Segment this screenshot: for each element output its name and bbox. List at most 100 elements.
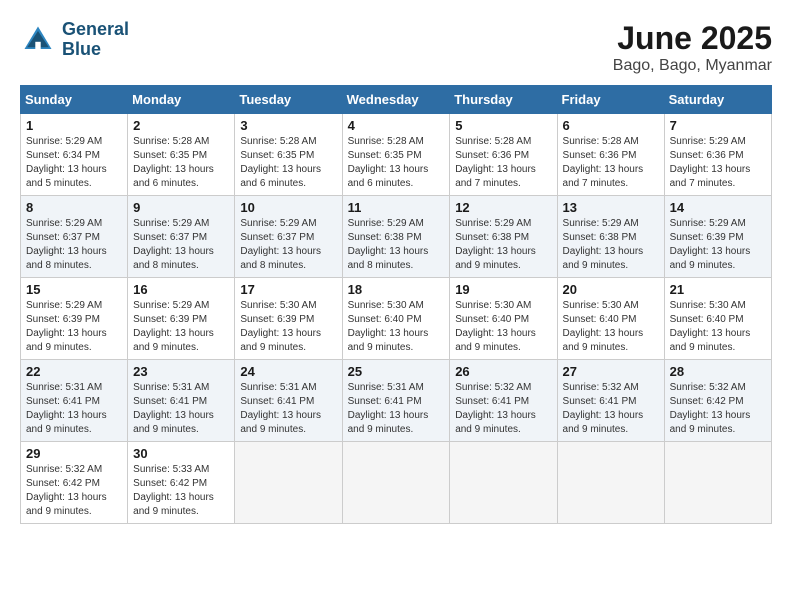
day-detail: Sunrise: 5:29 AM Sunset: 6:39 PM Dayligh… (133, 299, 229, 355)
day-number: 7 (670, 118, 766, 133)
table-row: 15 Sunrise: 5:29 AM Sunset: 6:39 PM Dayli… (21, 278, 128, 360)
day-number: 2 (133, 118, 229, 133)
col-friday: Friday (557, 86, 664, 114)
day-detail: Sunrise: 5:30 AM Sunset: 6:40 PM Dayligh… (563, 299, 659, 355)
month-title: June 2025 (613, 20, 772, 57)
table-row: 9 Sunrise: 5:29 AM Sunset: 6:37 PM Daylig… (128, 196, 235, 278)
table-row (664, 442, 771, 524)
day-number: 18 (348, 282, 445, 297)
table-row: 17Sunrise: 5:30 AM Sunset: 6:39 PM Dayli… (235, 278, 342, 360)
col-saturday: Saturday (664, 86, 771, 114)
logo: General Blue (20, 20, 129, 60)
day-number: 20 (563, 282, 659, 297)
table-row: 2 Sunrise: 5:28 AM Sunset: 6:35 PM Daylig… (128, 114, 235, 196)
table-row: 28Sunrise: 5:32 AM Sunset: 6:42 PM Dayli… (664, 360, 771, 442)
page-header: General Blue June 2025 Bago, Bago, Myanm… (20, 20, 772, 75)
day-number: 9 (133, 200, 229, 215)
day-detail: Sunrise: 5:30 AM Sunset: 6:40 PM Dayligh… (670, 299, 766, 355)
day-number: 30 (133, 446, 229, 461)
day-number: 15 (26, 282, 122, 297)
calendar-week-row: 22 Sunrise: 5:31 AM Sunset: 6:41 PM Dayli… (21, 360, 772, 442)
day-detail: Sunrise: 5:28 AM Sunset: 6:36 PM Dayligh… (563, 135, 659, 191)
table-row: 26 Sunrise: 5:32 AM Sunset: 6:41 PM Dayli… (450, 360, 557, 442)
table-row: 16 Sunrise: 5:29 AM Sunset: 6:39 PM Dayli… (128, 278, 235, 360)
day-number: 21 (670, 282, 766, 297)
day-detail: Sunrise: 5:32 AM Sunset: 6:42 PM Dayligh… (26, 463, 122, 519)
day-number: 13 (563, 200, 659, 215)
calendar-week-row: 8 Sunrise: 5:29 AM Sunset: 6:37 PM Daylig… (21, 196, 772, 278)
day-number: 19 (455, 282, 551, 297)
day-detail: Sunrise: 5:29 AM Sunset: 6:37 PM Dayligh… (26, 217, 122, 273)
col-sunday: Sunday (21, 86, 128, 114)
day-number: 23 (133, 364, 229, 379)
table-row (235, 442, 342, 524)
col-thursday: Thursday (450, 86, 557, 114)
table-row: 27Sunrise: 5:32 AM Sunset: 6:41 PM Dayli… (557, 360, 664, 442)
table-row: 14Sunrise: 5:29 AM Sunset: 6:39 PM Dayli… (664, 196, 771, 278)
day-number: 24 (240, 364, 336, 379)
day-detail: Sunrise: 5:30 AM Sunset: 6:40 PM Dayligh… (455, 299, 551, 355)
logo-line1: General (62, 20, 129, 40)
logo-text: General Blue (62, 20, 129, 60)
day-number: 3 (240, 118, 336, 133)
table-row: 3 Sunrise: 5:28 AM Sunset: 6:35 PM Daylig… (235, 114, 342, 196)
calendar-week-row: 29 Sunrise: 5:32 AM Sunset: 6:42 PM Dayli… (21, 442, 772, 524)
table-row: 4 Sunrise: 5:28 AM Sunset: 6:35 PM Daylig… (342, 114, 450, 196)
calendar-week-row: 15 Sunrise: 5:29 AM Sunset: 6:39 PM Dayli… (21, 278, 772, 360)
day-detail: Sunrise: 5:29 AM Sunset: 6:38 PM Dayligh… (563, 217, 659, 273)
day-detail: Sunrise: 5:28 AM Sunset: 6:35 PM Dayligh… (133, 135, 229, 191)
day-number: 22 (26, 364, 122, 379)
table-row: 1 Sunrise: 5:29 AM Sunset: 6:34 PM Daylig… (21, 114, 128, 196)
day-detail: Sunrise: 5:32 AM Sunset: 6:41 PM Dayligh… (455, 381, 551, 437)
table-row: 23 Sunrise: 5:31 AM Sunset: 6:41 PM Dayli… (128, 360, 235, 442)
table-row: 12Sunrise: 5:29 AM Sunset: 6:38 PM Dayli… (450, 196, 557, 278)
day-number: 5 (455, 118, 551, 133)
table-row: 13 Sunrise: 5:29 AM Sunset: 6:38 PM Dayli… (557, 196, 664, 278)
day-number: 8 (26, 200, 122, 215)
day-detail: Sunrise: 5:31 AM Sunset: 6:41 PM Dayligh… (133, 381, 229, 437)
table-row: 10 Sunrise: 5:29 AM Sunset: 6:37 PM Dayli… (235, 196, 342, 278)
table-row (342, 442, 450, 524)
day-detail: Sunrise: 5:28 AM Sunset: 6:35 PM Dayligh… (240, 135, 336, 191)
day-detail: Sunrise: 5:29 AM Sunset: 6:39 PM Dayligh… (26, 299, 122, 355)
table-row: 29 Sunrise: 5:32 AM Sunset: 6:42 PM Dayli… (21, 442, 128, 524)
day-detail: Sunrise: 5:28 AM Sunset: 6:35 PM Dayligh… (348, 135, 445, 191)
day-number: 10 (240, 200, 336, 215)
col-monday: Monday (128, 86, 235, 114)
day-number: 16 (133, 282, 229, 297)
calendar-table: Sunday Monday Tuesday Wednesday Thursday… (20, 85, 772, 524)
table-row: 18 Sunrise: 5:30 AM Sunset: 6:40 PM Dayli… (342, 278, 450, 360)
day-detail: Sunrise: 5:31 AM Sunset: 6:41 PM Dayligh… (26, 381, 122, 437)
day-detail: Sunrise: 5:29 AM Sunset: 6:38 PM Dayligh… (348, 217, 445, 273)
day-detail: Sunrise: 5:32 AM Sunset: 6:41 PM Dayligh… (563, 381, 659, 437)
table-row: 8 Sunrise: 5:29 AM Sunset: 6:37 PM Daylig… (21, 196, 128, 278)
title-area: June 2025 Bago, Bago, Myanmar (613, 20, 772, 75)
day-detail: Sunrise: 5:30 AM Sunset: 6:40 PM Dayligh… (348, 299, 445, 355)
table-row: 22 Sunrise: 5:31 AM Sunset: 6:41 PM Dayli… (21, 360, 128, 442)
day-detail: Sunrise: 5:29 AM Sunset: 6:37 PM Dayligh… (133, 217, 229, 273)
day-number: 4 (348, 118, 445, 133)
day-detail: Sunrise: 5:28 AM Sunset: 6:36 PM Dayligh… (455, 135, 551, 191)
logo-line2: Blue (62, 40, 129, 60)
day-number: 1 (26, 118, 122, 133)
day-detail: Sunrise: 5:29 AM Sunset: 6:39 PM Dayligh… (670, 217, 766, 273)
day-number: 29 (26, 446, 122, 461)
day-number: 12 (455, 200, 551, 215)
day-detail: Sunrise: 5:30 AM Sunset: 6:39 PM Dayligh… (240, 299, 336, 355)
day-detail: Sunrise: 5:33 AM Sunset: 6:42 PM Dayligh… (133, 463, 229, 519)
day-number: 11 (348, 200, 445, 215)
day-number: 26 (455, 364, 551, 379)
col-wednesday: Wednesday (342, 86, 450, 114)
day-detail: Sunrise: 5:32 AM Sunset: 6:42 PM Dayligh… (670, 381, 766, 437)
day-detail: Sunrise: 5:29 AM Sunset: 6:34 PM Dayligh… (26, 135, 122, 191)
col-tuesday: Tuesday (235, 86, 342, 114)
table-row: 21 Sunrise: 5:30 AM Sunset: 6:40 PM Dayli… (664, 278, 771, 360)
day-detail: Sunrise: 5:29 AM Sunset: 6:37 PM Dayligh… (240, 217, 336, 273)
table-row (450, 442, 557, 524)
logo-icon (20, 22, 56, 58)
table-row: 5 Sunrise: 5:28 AM Sunset: 6:36 PM Daylig… (450, 114, 557, 196)
table-row: 11 Sunrise: 5:29 AM Sunset: 6:38 PM Dayli… (342, 196, 450, 278)
table-row: 20 Sunrise: 5:30 AM Sunset: 6:40 PM Dayli… (557, 278, 664, 360)
table-row: 30 Sunrise: 5:33 AM Sunset: 6:42 PM Dayli… (128, 442, 235, 524)
day-number: 6 (563, 118, 659, 133)
